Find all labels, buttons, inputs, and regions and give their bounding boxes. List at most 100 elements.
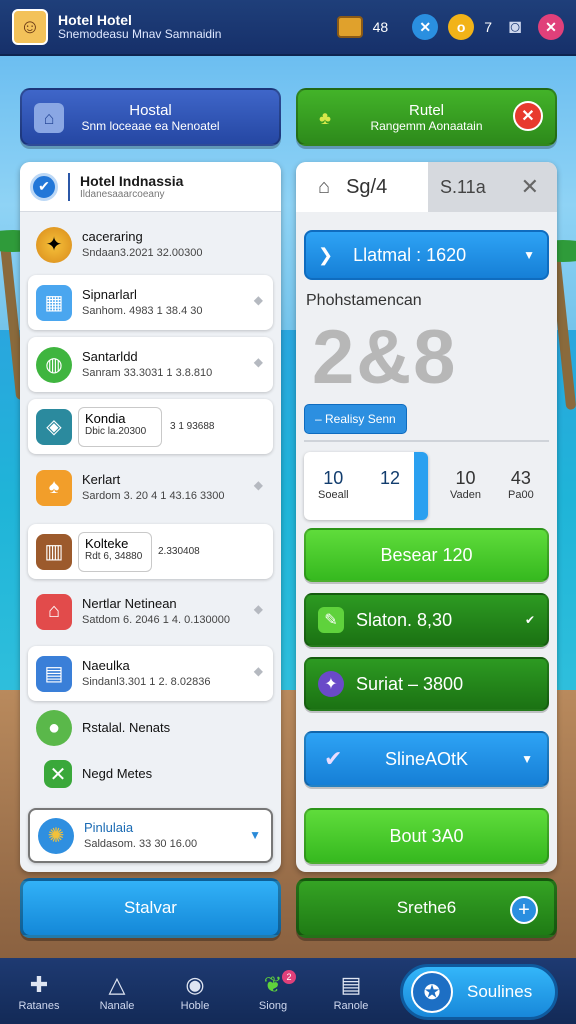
avatar[interactable]: ☺ xyxy=(12,9,48,45)
plus-icon[interactable]: + xyxy=(510,896,538,924)
stat-label: Phohstamencan xyxy=(306,292,422,309)
stat-value: 10 xyxy=(455,468,476,488)
nav-label: Siong xyxy=(258,1000,288,1012)
bout-label: Bout 3A0 xyxy=(389,825,464,846)
list-item[interactable]: ♠ Kerlart Sardom 3. 20 4 1 43.16 3300 ◆ xyxy=(28,460,273,515)
list-item-name: Pinlulaia xyxy=(84,819,134,835)
app-subtitle: Snemodeasu Mnav Samnaidin xyxy=(58,27,222,42)
chevron-icon: ◆ xyxy=(253,478,263,492)
besear-button[interactable]: Besear 120 xyxy=(304,528,549,582)
tab-secondary-label: S.11a xyxy=(440,176,486,197)
stat-value: 12 xyxy=(380,468,401,488)
list-item-detail: Sanhom. 4983 1 38.4 30 xyxy=(82,304,203,317)
list-item[interactable]: ◈ Kondia Dbic la.20300 3 1 93688 xyxy=(28,399,273,454)
chevron-down-icon: ▼ xyxy=(521,752,533,766)
panel-subtitle: Ildanesaaarcoeany xyxy=(80,189,165,200)
list-item[interactable]: ▦ Sipnarlarl Sanhom. 4983 1 38.4 30 ◆ xyxy=(28,275,273,330)
tab-overview[interactable]: ⌂ Sg/4 xyxy=(296,162,428,212)
nav-label: Hoble xyxy=(180,1000,210,1012)
list-item[interactable]: ▤ Naeulka Sindanl3.301 1 2. 8.02836 ◆ xyxy=(28,646,273,701)
slaton-button[interactable]: ✎ Slaton. 8,30 ✔ xyxy=(304,593,549,647)
list-item-name: Kondia xyxy=(85,410,126,426)
close-round-icon[interactable]: ✕ xyxy=(412,14,439,40)
nav-item-siong[interactable]: ❦ 2 Siong xyxy=(234,970,312,1012)
list-item-detail: Dbic la.20300 xyxy=(85,425,147,437)
stalvar-button[interactable]: Stalvar xyxy=(20,878,281,938)
srethe-button[interactable]: Srethe6 + xyxy=(296,878,557,938)
list-item-name: Rstalal. Nenats xyxy=(82,719,171,735)
chevron-icon: ◆ xyxy=(253,293,263,307)
calendar-icon: ▦ xyxy=(36,284,72,321)
nav-item-hoble[interactable]: ◉ Hoble xyxy=(156,970,234,1012)
chevron-icon: ◆ xyxy=(253,355,263,369)
list-item-name: Kerlart xyxy=(82,471,121,487)
soulines-button[interactable]: ✪ Soulines xyxy=(400,964,558,1020)
suriat-label: Suriat – 3800 xyxy=(356,673,464,694)
close-tab-icon[interactable]: ✕ xyxy=(521,174,539,200)
globe-icon: ◍ xyxy=(36,346,72,383)
stat-label: Soeall xyxy=(318,489,349,501)
nav-label: Nanale xyxy=(99,1000,135,1012)
hostal-header-button[interactable]: ⌂ Hostal Snm loceaae ea Nenoatel xyxy=(20,88,281,146)
chevron-icon: ◆ xyxy=(253,664,263,678)
details-panel: ⌂ Sg/4 S.11a ✕ ❯ Llatmal : 1620 ▼ Phohst… xyxy=(296,162,557,872)
camera-icon[interactable]: ◙ xyxy=(502,14,528,40)
list-item[interactable]: ⌂ Nertlar Netinean Satdom 6. 2046 1 4. 0.… xyxy=(28,584,273,639)
list-item-name: caceraring xyxy=(82,228,143,244)
nav-item-ratanes[interactable]: ✚ Ratanes xyxy=(0,970,78,1012)
chevron-down-icon: ▼ xyxy=(523,248,535,262)
panel-title: Hotel Indnassia xyxy=(80,173,184,189)
disc-icon: ◉ xyxy=(185,972,205,997)
list-item[interactable]: ◍ Santarldd Sanram 33.3031 1 3.8.810 ◆ xyxy=(28,337,273,392)
top-bar: ☺ Hotel Hotel Snemodeasu Mnav Samnaidin … xyxy=(0,0,576,56)
stat-value: 43 xyxy=(510,468,531,488)
bout-button[interactable]: Bout 3A0 xyxy=(304,808,549,864)
stat-col: 43 Pa00 xyxy=(508,468,534,501)
home-icon: ⌂ xyxy=(318,175,331,198)
list-item-detail: Saldasom. 33 30 16.00 xyxy=(84,837,198,850)
owl-icon: ✪ xyxy=(411,971,453,1013)
nav-item-ranole[interactable]: ▤ Ranole xyxy=(312,970,390,1012)
check-badge-icon: ✔ xyxy=(30,172,58,201)
list-item-name: Nertlar Netinean xyxy=(82,595,177,611)
list-item-detail: Satdom 6. 2046 1 4. 0.130000 xyxy=(82,613,231,626)
stat-value: 10 xyxy=(323,468,344,488)
stalvar-label: Stalvar xyxy=(124,898,177,917)
book-icon: ▥ xyxy=(36,533,72,570)
nav-item-nanale[interactable]: △ Nanale xyxy=(78,970,156,1012)
list-item-name: Negd Metes xyxy=(82,765,153,781)
chest-icon[interactable] xyxy=(336,16,363,38)
list-item[interactable]: ● Rstalal. Nenats xyxy=(28,708,273,748)
status-tag[interactable]: – Realisy Senn xyxy=(304,404,407,434)
close-icon[interactable]: ✕ xyxy=(513,101,543,131)
list-item-selected[interactable]: ✺ Pinlulaia Saldasom. 33 30 16.00 ▼ xyxy=(28,808,273,863)
list-item-detail: Sindanl3.301 1 2. 8.02836 xyxy=(82,675,211,688)
star-badge-icon: ✦ xyxy=(318,671,344,697)
selector-dropdown[interactable]: ❯ Llatmal : 1620 ▼ xyxy=(304,230,549,280)
suriat-button[interactable]: ✦ Suriat – 3800 xyxy=(304,657,549,711)
cancel-icon[interactable]: ✕ xyxy=(538,14,564,40)
document-icon: ▤ xyxy=(340,972,362,997)
list-item-name: Naeulka xyxy=(82,657,130,673)
list-item-detail: Rdt 6, 34880 xyxy=(85,550,143,562)
chevron-right-icon: ❯ xyxy=(318,244,334,265)
leaf-icon: ● xyxy=(36,710,72,746)
slaton-label: Slaton. 8,30 xyxy=(356,609,453,630)
list-item[interactable]: ✦ caceraring Sndaan3.2021 32.00300 xyxy=(28,217,273,272)
x-box-icon: ✕ xyxy=(44,760,72,788)
stat-col: 10 Soeall xyxy=(318,468,349,501)
soulines-label: Soulines xyxy=(467,982,533,1001)
list-item[interactable]: ✕ Negd Metes xyxy=(28,754,273,794)
rutel-header-button[interactable]: ♣ Rutel Rangemm Aonaatain ✕ xyxy=(296,88,557,146)
tab-secondary[interactable]: S.11a ✕ xyxy=(428,162,557,212)
sline-button[interactable]: ✔ SlineAOtK ▼ xyxy=(304,731,549,787)
coin-icon[interactable]: o xyxy=(448,14,475,40)
tab-overview-label: Sg/4 xyxy=(346,175,388,198)
storefront-icon: ⌂ xyxy=(36,593,72,630)
list-item-extra: 2.330408 xyxy=(158,546,200,557)
puzzle-icon: ✚ xyxy=(29,972,49,997)
list-item-detail: Sndaan3.2021 32.00300 xyxy=(82,246,203,259)
map-marker-icon: ◈ xyxy=(36,408,72,445)
list-item[interactable]: ▥ Kolteke Rdt 6, 34880 2.330408 xyxy=(28,524,273,579)
hotel-building-icon: ⌂ xyxy=(34,103,64,133)
